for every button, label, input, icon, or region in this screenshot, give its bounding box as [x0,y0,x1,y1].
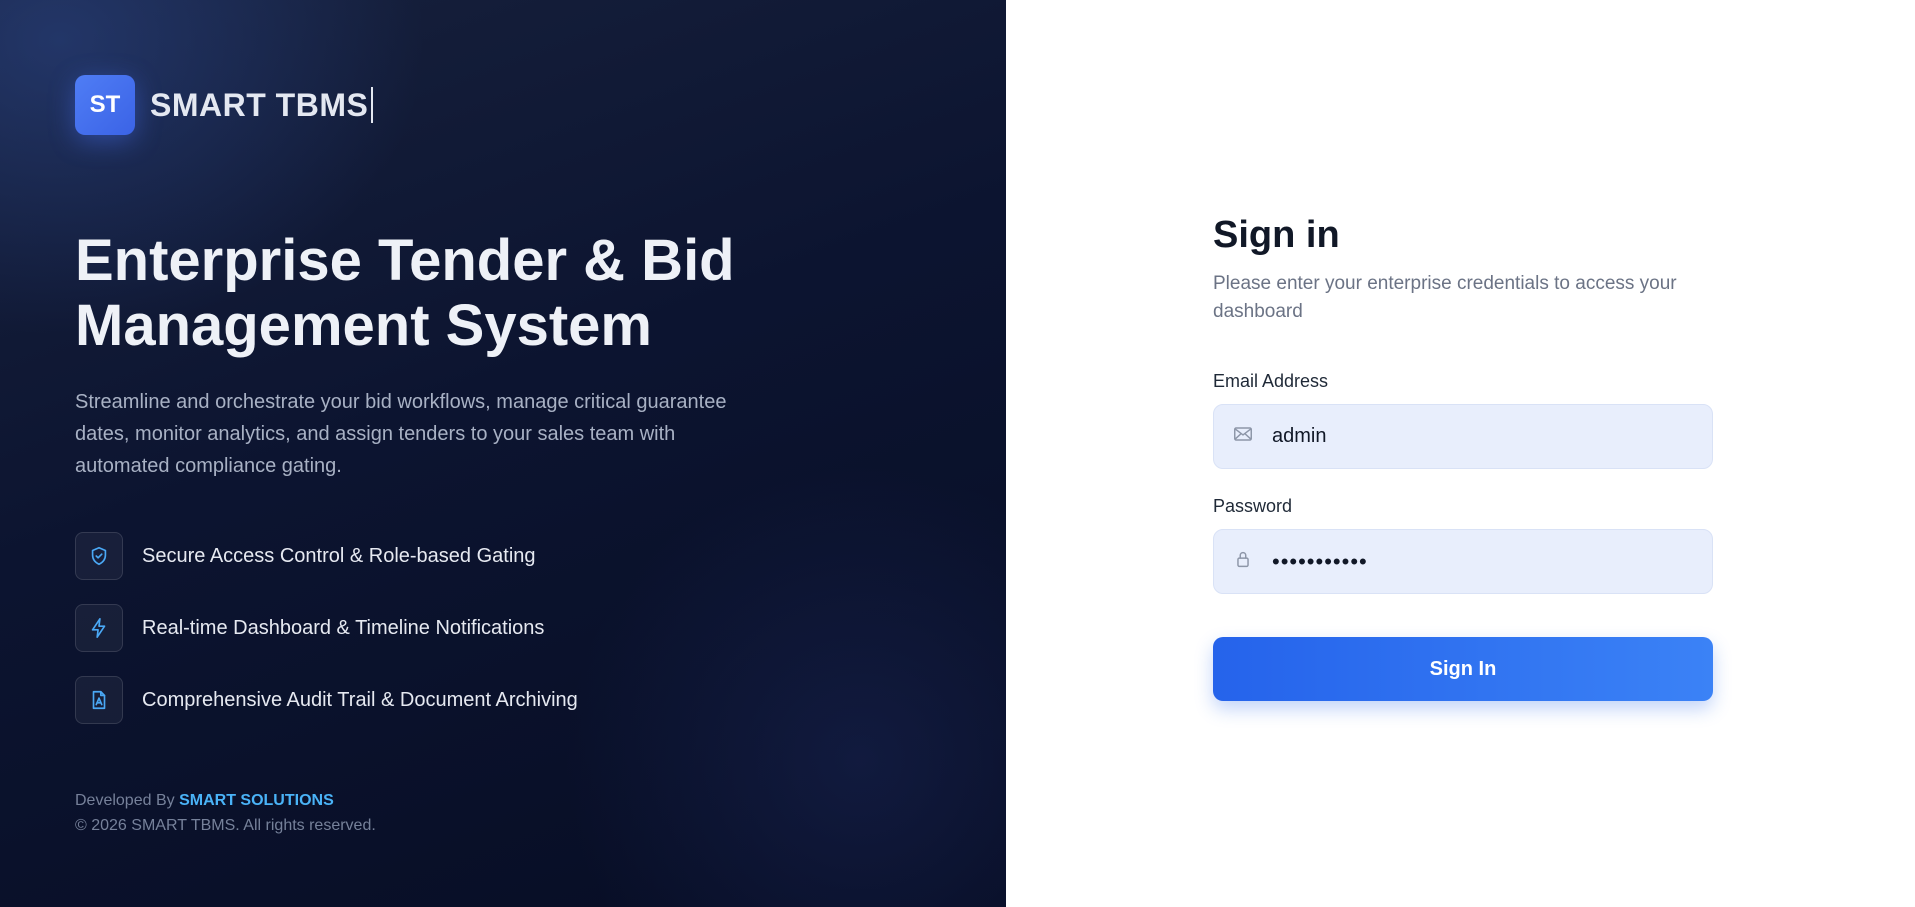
hero-footer: Developed By SMART SOLUTIONS © 2026 SMAR… [75,788,376,838]
brand-name: SMART TBMS [150,87,374,123]
document-archive-icon [75,676,123,724]
shield-check-icon [75,532,123,580]
auth-panel: Sign in Please enter your enterprise cre… [1006,0,1915,907]
brand-logo: ST [75,75,135,135]
feature-label: Comprehensive Audit Trail & Document Arc… [142,688,578,711]
feature-item: Secure Access Control & Role-based Gatin… [75,532,1006,580]
copyright-text: © 2026 SMART TBMS. All rights reserved. [75,817,376,834]
password-input[interactable] [1272,548,1692,575]
feature-list: Secure Access Control & Role-based Gatin… [75,532,1006,724]
hero-headline: Enterprise Tender & Bid Management Syste… [75,228,735,358]
developed-by-line: Developed By SMART SOLUTIONS [75,788,376,813]
password-label: Password [1213,496,1293,516]
hero-subtext: Streamline and orchestrate your bid work… [75,391,727,477]
hero-panel: ST SMART TBMS Enterprise Tender & Bid Ma… [0,0,1006,907]
feature-item: Real-time Dashboard & Timeline Notificat… [75,604,1006,652]
email-label: Email Address [1213,371,1329,391]
feature-item: Comprehensive Audit Trail & Document Arc… [75,676,1006,724]
email-input[interactable] [1272,425,1692,448]
developed-by-text: Developed By [75,792,175,809]
signin-subtitle: Please enter your enterprise credentials… [1213,273,1677,322]
developer-company-link[interactable]: SMART SOLUTIONS [179,792,334,809]
lock-icon [1232,548,1254,575]
signin-title: Sign in [1213,214,1340,256]
email-field-wrapper [1213,404,1713,469]
feature-label: Real-time Dashboard & Timeline Notificat… [142,616,545,639]
brand: ST SMART TBMS [75,75,1006,135]
lightning-icon [75,604,123,652]
signin-button[interactable]: Sign In [1213,637,1713,701]
mail-icon [1232,423,1254,450]
feature-label: Secure Access Control & Role-based Gatin… [142,544,536,567]
password-field-wrapper [1213,529,1713,594]
signin-form: Sign in Please enter your enterprise cre… [1213,210,1713,701]
